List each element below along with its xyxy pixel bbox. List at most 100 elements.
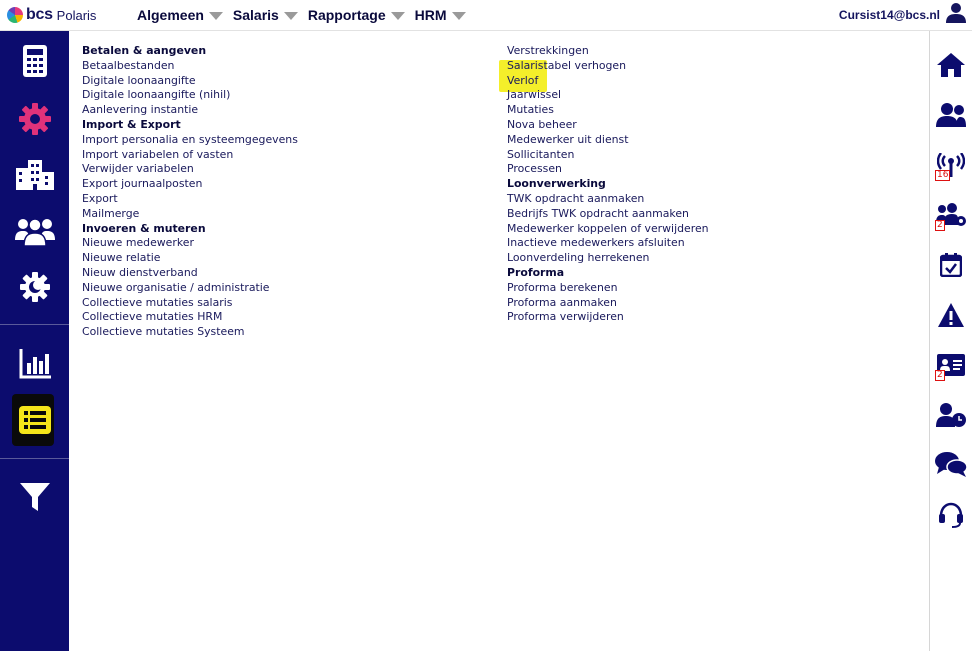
menu-link[interactable]: Proforma aanmaken (507, 296, 907, 311)
right-sidebar: 16 2 2 (929, 31, 972, 651)
menu-link[interactable]: Verwijder variabelen (82, 162, 482, 177)
menu-salaris[interactable]: Salaris (233, 7, 298, 23)
menu-link[interactable]: Proforma verwijderen (507, 310, 907, 325)
menu-column-left: Betalen & aangeven Betaalbestanden Digit… (82, 44, 482, 340)
user-email[interactable]: Cursist14@bcs.nl (839, 8, 940, 22)
section-header: Import & Export (82, 117, 181, 131)
section-header: Proforma (507, 265, 565, 279)
menu-link[interactable]: Nieuwe medewerker (82, 236, 482, 251)
rightbar-item-user-clock[interactable] (930, 395, 972, 435)
sidebar-divider (0, 458, 69, 459)
menu-link[interactable]: Proforma berekenen (507, 281, 907, 296)
menu-label: HRM (414, 7, 447, 23)
menu-link[interactable]: Export (82, 192, 482, 207)
menu-link[interactable]: Import variabelen of vasten (82, 148, 482, 163)
main-menu: Algemeen Salaris Rapportage HRM (137, 7, 476, 23)
sidebar-divider (0, 324, 69, 325)
bar-chart-icon (19, 349, 51, 379)
rightbar-item-chat[interactable] (930, 445, 972, 485)
notification-badge: 2 (935, 370, 945, 381)
menu-link[interactable]: Mailmerge (82, 207, 482, 222)
caret-down-icon (283, 11, 298, 20)
menu-link[interactable]: Nova beheer (507, 118, 907, 133)
menu-link[interactable]: Collectieve mutaties Systeem (82, 325, 482, 340)
menu-link[interactable]: Medewerker uit dienst (507, 133, 907, 148)
menu-link[interactable]: TWK opdracht aanmaken (507, 192, 907, 207)
sidebar-item-filter[interactable] (0, 469, 69, 525)
rightbar-item-warnings[interactable] (930, 295, 972, 335)
menu-link[interactable]: Processen (507, 162, 907, 177)
rightbar-item-user-settings[interactable]: 2 (930, 195, 972, 235)
calendar-check-icon (940, 253, 962, 277)
menu-link[interactable]: Jaarwissel (507, 88, 907, 103)
people-icon (14, 218, 55, 246)
rightbar-item-broadcast[interactable]: 16 (930, 145, 972, 185)
building-icon (15, 160, 54, 190)
menu-link[interactable]: Bedrijfs TWK opdracht aanmaken (507, 207, 907, 222)
menu-link[interactable]: Export journaalposten (82, 177, 482, 192)
menu-link[interactable]: Sollicitanten (507, 148, 907, 163)
menu-link[interactable]: Inactieve medewerkers afsluiten (507, 236, 907, 251)
user-icon[interactable] (946, 2, 966, 24)
caret-down-icon (451, 11, 466, 20)
calculator-icon (22, 45, 47, 77)
sidebar-item-settings[interactable] (0, 91, 69, 147)
menu-link-verlof[interactable]: Verlof (507, 74, 907, 89)
menu-rapportage[interactable]: Rapportage (308, 7, 405, 23)
sidebar-item-list[interactable] (0, 392, 69, 448)
logo-subtitle: Polaris (56, 7, 97, 23)
menu-link[interactable]: Nieuwe relatie (82, 251, 482, 266)
menu-hrm[interactable]: HRM (415, 7, 466, 23)
menu-link[interactable]: Nieuwe organisatie / administratie (82, 281, 482, 296)
section-header: Invoeren & muteren (82, 221, 206, 235)
rightbar-item-calendar[interactable] (930, 245, 972, 285)
moon-gear-icon (19, 272, 50, 302)
logo-mark-icon (7, 7, 23, 23)
menu-link[interactable]: Import personalia en systeemgegevens (82, 133, 482, 148)
chat-icon (935, 452, 967, 477)
notification-badge: 2 (935, 220, 945, 231)
section-header: Betalen & aangeven (82, 44, 207, 57)
caret-down-icon (208, 11, 223, 20)
logo-text: bcs (26, 6, 53, 23)
headset-icon (939, 502, 963, 528)
left-sidebar (0, 31, 69, 651)
rightbar-item-id-card[interactable]: 2 (930, 345, 972, 385)
menu-link[interactable]: Digitale loonaangifte (nihil) (82, 88, 482, 103)
menu-link[interactable]: Aanlevering instantie (82, 103, 482, 118)
menu-link[interactable]: Salaristabel verhogen (507, 59, 907, 74)
rightbar-item-home[interactable] (930, 45, 972, 85)
menu-link[interactable]: Collectieve mutaties HRM (82, 310, 482, 325)
section-header: Loonverwerking (507, 177, 606, 191)
rightbar-item-support[interactable] (930, 495, 972, 535)
rightbar-item-users[interactable] (930, 95, 972, 135)
app-logo[interactable]: bcs Polaris (7, 6, 96, 24)
home-icon (937, 53, 965, 77)
menu-link[interactable]: Nieuw dienstverband (82, 266, 482, 281)
sidebar-item-calculator[interactable] (0, 33, 69, 89)
menu-algemeen[interactable]: Algemeen (137, 7, 223, 23)
menu-link[interactable]: Betaalbestanden (82, 59, 482, 74)
sidebar-item-reports[interactable] (0, 336, 69, 392)
menu-label: Salaris (232, 7, 279, 23)
menu-link[interactable]: Mutaties (507, 103, 907, 118)
filter-icon (19, 483, 50, 511)
menu-column-right: Verstrekkingen Salaristabel verhogen Ver… (499, 44, 907, 325)
sidebar-item-organisation[interactable] (0, 147, 69, 203)
menu-link[interactable]: Loonverdeling herrekenen (507, 251, 907, 266)
gear-icon (18, 103, 51, 135)
menu-link[interactable]: Verstrekkingen (507, 44, 907, 59)
warning-icon (938, 303, 964, 327)
list-icon (18, 406, 51, 434)
sidebar-item-system[interactable] (0, 259, 69, 315)
user-clock-icon (936, 403, 966, 427)
menu-link[interactable]: Medewerker koppelen of verwijderen (507, 222, 907, 237)
menu-label: Algemeen (137, 7, 204, 23)
users-icon (936, 103, 966, 127)
sidebar-item-employees[interactable] (0, 203, 69, 259)
menu-link[interactable]: Digitale loonaangifte (82, 74, 482, 89)
caret-down-icon (390, 11, 405, 20)
top-bar: bcs Polaris Algemeen Salaris Rapportage … (0, 0, 972, 31)
notification-badge: 16 (935, 170, 951, 181)
menu-link[interactable]: Collectieve mutaties salaris (82, 296, 482, 311)
